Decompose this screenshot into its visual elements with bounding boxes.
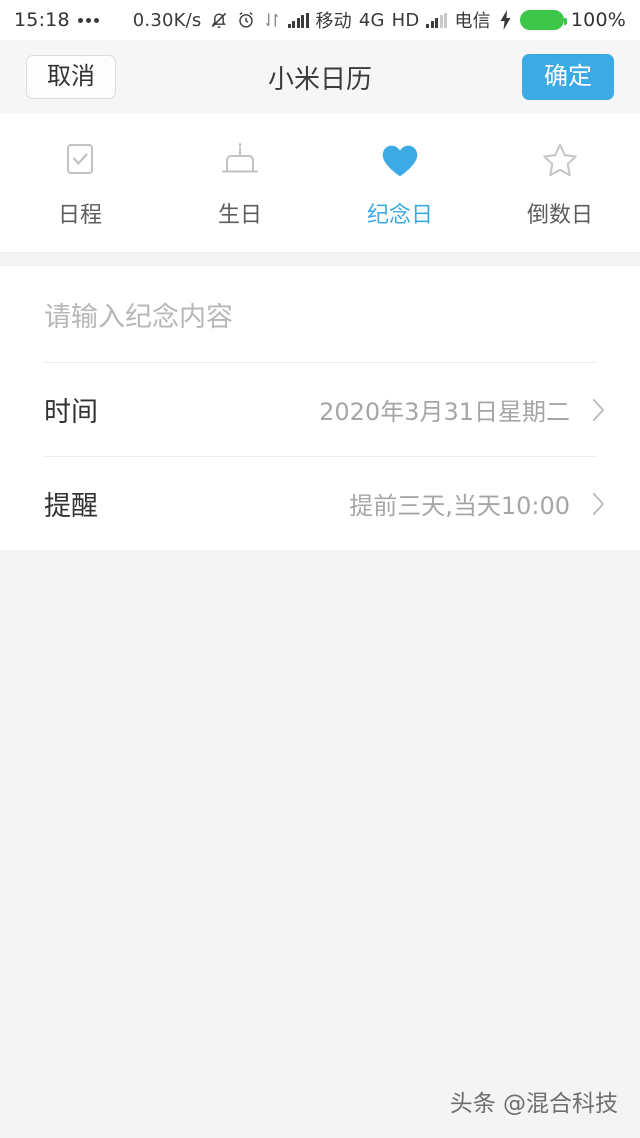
carrier-name-primary: 移动 [315,11,352,32]
confirm-button[interactable]: 确定 [522,54,614,100]
heart-filled-icon [377,137,423,183]
app-screen: 15:18 0.30K/s 移动 4G HD 电信 100% 取消 小米日历 确… [0,0,640,1138]
tab-birthday[interactable]: 生日 [160,137,320,229]
checkbox-check-icon [57,137,103,183]
mute-bell-icon [209,10,229,30]
row-value-time: 2020年3月31日星期二 [319,398,570,426]
chevron-right-icon [588,393,610,427]
signal-bars-secondary-icon [426,12,448,28]
more-dots-icon [77,17,99,23]
birthday-cake-icon [217,137,263,183]
network-speed-label: 0.30K/s [132,9,202,31]
lightning-bolt-icon [498,10,513,30]
row-label-reminder: 提醒 [44,491,98,522]
row-value-reminder: 提前三天,当天10:00 [349,492,570,520]
note-input-placeholder: 请输入纪念内容 [44,301,233,333]
event-type-tabbar: 日程 生日 纪念日 倒数日 [0,114,640,252]
status-bar: 15:18 0.30K/s 移动 4G HD 电信 100% [0,0,640,40]
row-time[interactable]: 时间 2020年3月31日星期二 [0,363,640,456]
note-input-row[interactable]: 请输入纪念内容 [0,266,640,362]
row-label-time: 时间 [44,397,98,428]
carrier-name-secondary: 电信 [454,11,491,32]
status-bar-middle: 0.30K/s [133,10,309,31]
tab-label-birthday: 生日 [217,203,262,228]
status-bar-right: 移动 4G HD 电信 100% [315,7,626,33]
status-bar-left: 15:18 [14,9,99,31]
battery-percent-label: 100% [570,9,626,31]
chevron-right-icon [588,487,610,521]
app-header: 取消 小米日历 确定 [0,40,640,114]
signal-bars-icon [287,12,309,28]
hd-label: HD [391,9,420,31]
network-type-label: 4G [358,9,385,31]
star-outline-icon [537,137,583,183]
watermark-label: 头条 @混合科技 [449,1091,618,1117]
data-transfer-icon [263,10,281,30]
event-form-card: 请输入纪念内容 时间 2020年3月31日星期二 提醒 提前三天,当天10:00 [0,266,640,550]
empty-content-area: 头条 @混合科技 [0,550,640,1138]
alarm-clock-icon [236,10,256,30]
tab-label-schedule: 日程 [57,203,102,228]
cancel-button[interactable]: 取消 [26,55,116,99]
tab-schedule[interactable]: 日程 [0,137,160,229]
battery-full-icon [519,10,567,30]
tab-label-anniversary: 纪念日 [366,203,433,228]
tab-label-countdown: 倒数日 [526,203,593,228]
section-separator [0,252,640,266]
tab-countdown[interactable]: 倒数日 [480,137,640,229]
tab-anniversary[interactable]: 纪念日 [320,137,480,229]
status-time: 15:18 [14,9,70,31]
row-reminder[interactable]: 提醒 提前三天,当天10:00 [0,457,640,550]
